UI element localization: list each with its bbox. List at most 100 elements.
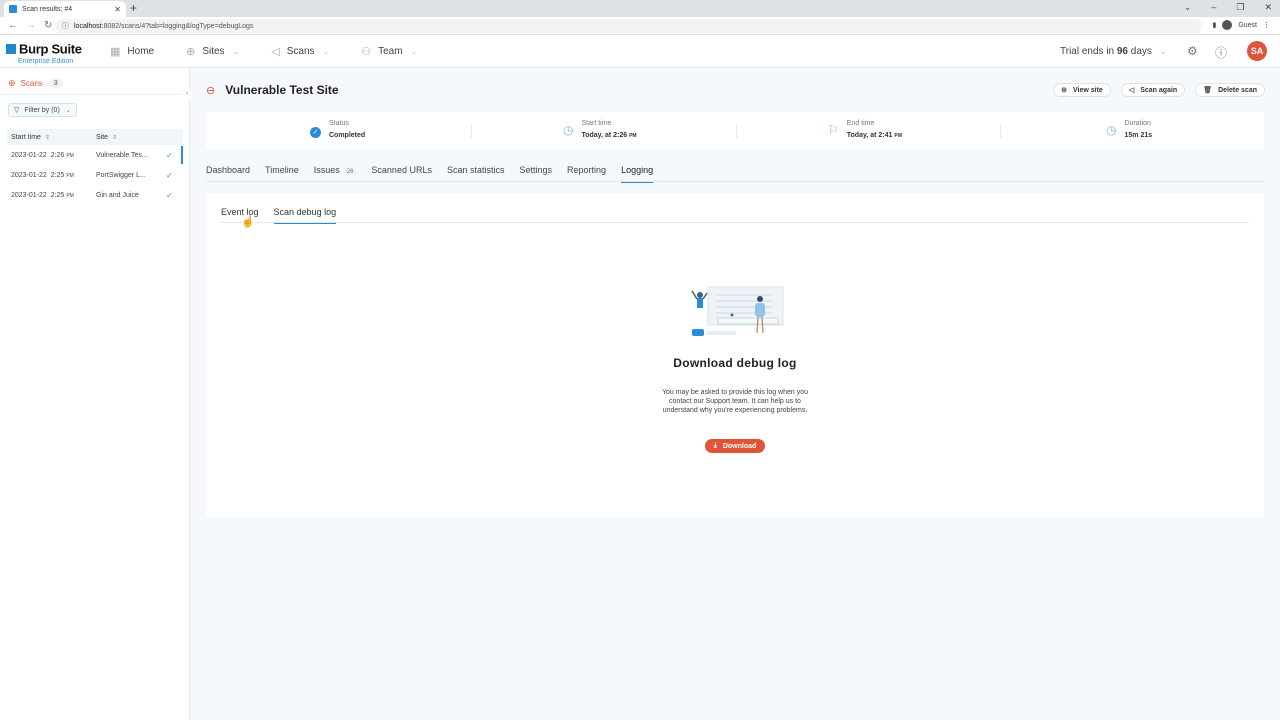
selected-indicator xyxy=(181,146,183,164)
tab-dashboard[interactable]: Dashboard xyxy=(206,165,250,182)
column-label: Start time xyxy=(11,133,41,141)
scan-tabs: Dashboard Timeline Issues 26 Scanned URLs… xyxy=(206,165,1264,183)
table-row[interactable]: 2023-01-22 2:25 PM PortSwigger L... ✓ xyxy=(7,165,183,185)
browser-tab[interactable]: Scan results: #4 ✕ xyxy=(4,1,126,17)
trash-icon: 🗑 xyxy=(1203,87,1213,94)
mouse-pointer-icon: ☝ xyxy=(241,216,255,228)
table-header: Start time ⇕ Site ⇕ xyxy=(7,129,183,145)
sidebar-header: ⊕ Scans 3 xyxy=(8,78,63,89)
scan-summary-card: ✓ Status Completed ◷ Start time Today, at … xyxy=(206,112,1264,150)
check-icon: ✓ xyxy=(166,190,173,200)
close-window-icon[interactable]: ✕ xyxy=(1264,2,1272,13)
nav-home[interactable]: ▦ Home xyxy=(110,45,154,58)
debug-log-description: You may be asked to provide this log whe… xyxy=(661,389,809,414)
start-ampm: PM xyxy=(629,133,637,139)
new-tab-button[interactable]: + xyxy=(130,1,137,15)
row-site: PortSwigger L... xyxy=(96,171,146,179)
debug-log-illustration xyxy=(691,286,784,336)
nav-team[interactable]: ⚇ Team ⌄ xyxy=(361,45,417,58)
row-site: Gin and Juice xyxy=(96,191,139,199)
subtab-scan-debug-log[interactable]: Scan debug log xyxy=(273,207,336,224)
clock-icon: ◷ xyxy=(1106,123,1117,137)
download-icon: ⤓ xyxy=(713,442,717,449)
tab-scanned-urls[interactable]: Scanned URLs xyxy=(371,165,432,182)
minimize-icon[interactable]: – xyxy=(1211,2,1216,13)
tab-settings[interactable]: Settings xyxy=(520,165,553,182)
issues-count-badge: 26 xyxy=(343,169,357,175)
scan-count-badge: 3 xyxy=(48,79,63,88)
summary-duration: ◷ Duration 15m 21s xyxy=(1106,120,1152,139)
forward-icon[interactable]: → xyxy=(26,20,36,31)
delete-scan-button[interactable]: 🗑 Delete scan xyxy=(1195,83,1265,97)
site-info-icon[interactable]: ⓘ xyxy=(62,21,69,31)
row-time: 2:26 xyxy=(50,151,65,159)
column-start-time[interactable]: Start time ⇕ xyxy=(7,134,96,141)
trial-dropdown[interactable]: Trial ends in 96 days ⌄ xyxy=(1060,46,1167,57)
scans-table: Start time ⇕ Site ⇕ 2023-01-22 2:26 PM Vuln… xyxy=(7,129,183,205)
tab-issues[interactable]: Issues 26 xyxy=(314,165,357,182)
sort-icon: ⇕ xyxy=(44,134,50,141)
side-panel-icon[interactable]: ▮ xyxy=(1212,21,1216,29)
duration-value: 15m 21s xyxy=(1124,132,1153,139)
browser-menu-icon[interactable]: ⋮ xyxy=(1263,21,1270,29)
download-button[interactable]: ⤓ Download xyxy=(705,439,765,453)
back-icon[interactable]: ← xyxy=(8,20,18,31)
scan-again-button[interactable]: ◁ Scan again xyxy=(1120,83,1186,97)
table-row[interactable]: 2023-01-22 2:26 PM Vulnerable Tes... ✓ xyxy=(7,145,183,165)
profile-icon[interactable] xyxy=(1222,20,1233,30)
end-ampm: PM xyxy=(894,133,902,139)
status-value: Completed xyxy=(329,132,366,139)
close-tab-icon[interactable]: ✕ xyxy=(114,5,121,14)
table-row[interactable]: 2023-01-22 2:25 PM Gin and Juice ✓ xyxy=(7,185,183,205)
profile-label[interactable]: Guest xyxy=(1238,22,1257,29)
row-time: 2:25 xyxy=(50,191,65,199)
delete-scan-label: Delete scan xyxy=(1218,86,1257,94)
view-site-button[interactable]: ⊕ View site xyxy=(1053,83,1111,97)
sidebar-title: Scans xyxy=(20,79,43,88)
summary-status: ✓ Status Completed xyxy=(310,120,365,139)
globe-icon: ⊕ xyxy=(186,46,196,58)
user-avatar[interactable]: SA xyxy=(1247,41,1267,61)
scan-icon: ◁ xyxy=(271,46,280,58)
page-title: Vulnerable Test Site xyxy=(225,83,339,97)
nav-scans-label: Scans xyxy=(286,46,315,57)
home-grid-icon: ▦ xyxy=(110,46,121,58)
burp-logo[interactable]: Burp Suite Enterprise Edition xyxy=(6,40,82,65)
url-host: localhost xyxy=(74,22,102,30)
help-icon[interactable]: ⓘ xyxy=(1215,44,1227,61)
column-site[interactable]: Site ⇕ xyxy=(96,134,166,141)
row-date: 2023-01-22 xyxy=(11,171,47,179)
brand-name: Burp Suite xyxy=(19,41,82,57)
reload-icon[interactable]: ↻ xyxy=(44,20,54,31)
tab-scan-statistics[interactable]: Scan statistics xyxy=(447,165,505,182)
chevron-down-icon: ⌄ xyxy=(1159,47,1167,56)
tab-logging[interactable]: Logging xyxy=(621,165,654,183)
trial-suffix: days xyxy=(1128,46,1152,57)
scan-title-row: ⊖ Vulnerable Test Site xyxy=(206,83,339,97)
url-path: :8082/scans/4?tab=logging&logType=debugL… xyxy=(101,22,254,30)
top-nav: ▦ Home ⊕ Sites ⌄ ◁ Scans ⌄ ⚇ Team ⌄ xyxy=(110,35,449,68)
nav-scans[interactable]: ◁ Scans ⌄ xyxy=(271,45,329,58)
settings-gear-icon[interactable]: ⚙ xyxy=(1187,44,1198,58)
chevron-down-icon: ⌄ xyxy=(410,47,418,56)
tab-reporting[interactable]: Reporting xyxy=(567,165,606,182)
restore-icon[interactable]: ❐ xyxy=(1236,2,1244,13)
tab-search-icon[interactable]: ⌄ xyxy=(1184,2,1192,13)
end-time-label: End time xyxy=(846,120,875,127)
back-arrow-icon[interactable]: ⊖ xyxy=(206,84,215,97)
filter-label: Filter by (0) xyxy=(24,106,60,114)
url-field[interactable]: ⓘ localhost:8082/scans/4?tab=logging&log… xyxy=(56,19,1202,33)
add-scan-icon[interactable]: ⊕ xyxy=(8,78,16,89)
scans-sidebar: ⊕ Scans 3 ‹ ▽ Filter by (0) ⌄ Start time… xyxy=(0,68,194,720)
duration-label: Duration xyxy=(1124,120,1151,127)
filter-button[interactable]: ▽ Filter by (0) ⌄ xyxy=(8,103,77,117)
address-bar-row: ← → ↻ ⓘ localhost:8082/scans/4?tab=loggi… xyxy=(0,17,1280,35)
summary-divider xyxy=(1000,124,1001,138)
debug-log-heading: Download debug log xyxy=(673,356,797,370)
trial-prefix: Trial ends in xyxy=(1060,46,1117,57)
tab-timeline[interactable]: Timeline xyxy=(265,165,299,182)
nav-sites-label: Sites xyxy=(202,46,225,57)
chevron-down-icon: ⌄ xyxy=(322,47,330,56)
trial-days: 96 xyxy=(1116,46,1128,57)
nav-sites[interactable]: ⊕ Sites ⌄ xyxy=(186,45,239,58)
